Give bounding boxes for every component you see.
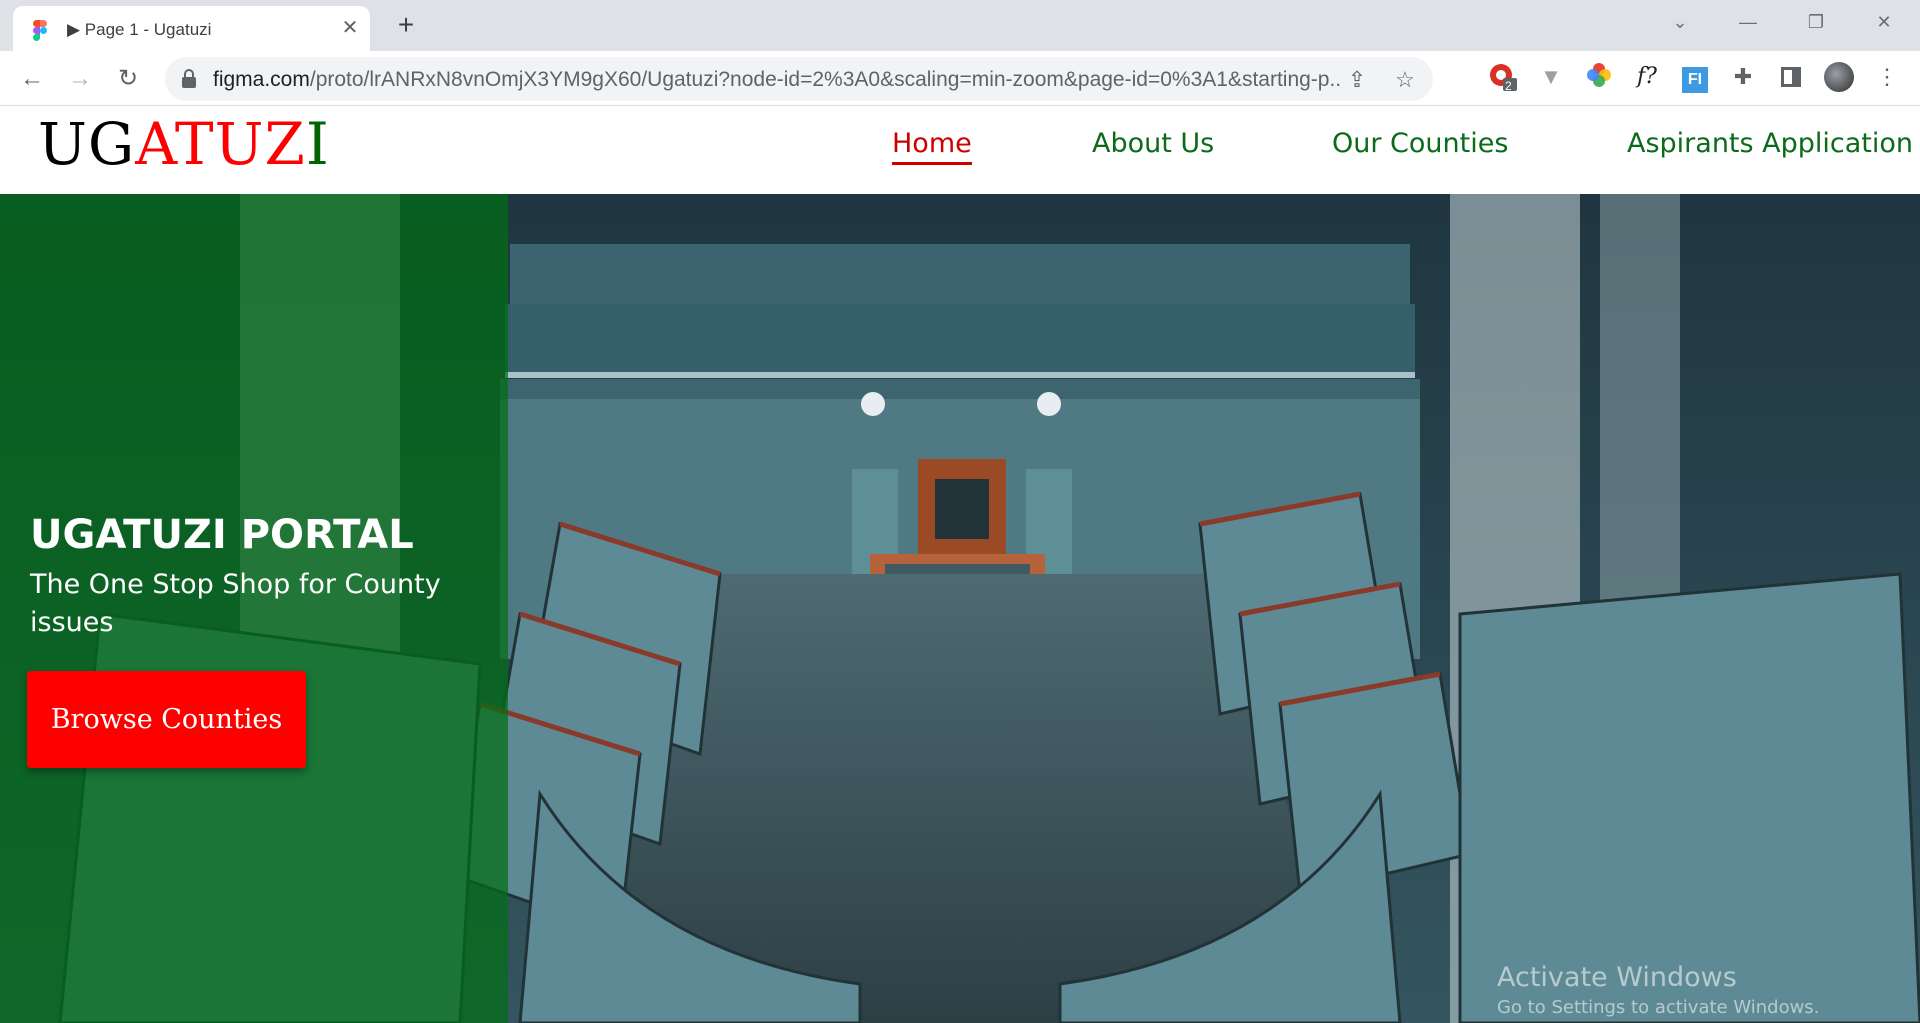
extensions-puzzle-icon[interactable]: ✚ (1728, 62, 1758, 92)
close-window-icon[interactable]: ✕ (1864, 8, 1904, 36)
restore-icon[interactable]: ❐ (1796, 8, 1836, 36)
color-picker-extension-icon[interactable] (1584, 62, 1614, 92)
tab-title: ▶ Page 1 - Ugatuzi (67, 20, 212, 39)
nav-our-counties-link[interactable]: Our Counties (1332, 128, 1508, 159)
hero-section: UGATUZI PORTAL The One Stop Shop for Cou… (0, 194, 1920, 1023)
forward-icon[interactable]: → (63, 62, 97, 96)
new-tab-button[interactable]: + (390, 10, 422, 42)
profile-avatar[interactable] (1824, 62, 1854, 92)
nav-about-us-link[interactable]: About Us (1092, 128, 1214, 159)
nav-home-link[interactable]: Home (892, 128, 972, 165)
tab-search-icon[interactable]: ⌄ (1660, 8, 1700, 36)
share-icon[interactable]: ⇪ (1343, 66, 1371, 94)
lock-icon[interactable] (182, 69, 196, 89)
activate-windows-watermark: Activate Windows Go to Settings to activ… (1497, 962, 1819, 1018)
nav-aspirants-application-link[interactable]: Aspirants Application (1627, 128, 1913, 159)
browser-tabstrip: ▶ Page 1 - Ugatuzi ✕ + ⌄ — ❐ ✕ (0, 0, 1920, 51)
hero-subheading: The One Stop Shop for County issues (30, 569, 441, 638)
figma-icon (33, 20, 47, 41)
bookmark-star-icon[interactable]: ☆ (1391, 66, 1419, 94)
watermark-subtitle: Go to Settings to activate Windows. (1497, 997, 1820, 1018)
site-header: UGATUZI Home About Us Our Counties Aspir… (0, 106, 1920, 194)
browser-menu-icon[interactable]: ⋮ (1872, 62, 1902, 92)
minimize-icon[interactable]: — (1728, 8, 1768, 36)
tab-close-icon[interactable]: ✕ (337, 15, 363, 41)
extension-badge: 2 (1505, 79, 1512, 93)
site-logo[interactable]: UGATUZI (38, 110, 330, 178)
back-icon[interactable]: ← (15, 62, 49, 96)
watermark-title: Activate Windows (1497, 962, 1737, 993)
side-panel-icon[interactable] (1776, 62, 1806, 92)
address-bar[interactable]: figma.com/proto/lrANRxN8vnOmjX3YM9gX60/U… (165, 57, 1433, 101)
reload-icon[interactable]: ↻ (111, 62, 145, 96)
vimium-extension-icon[interactable]: ▼ (1536, 62, 1566, 92)
adblock-extension-icon[interactable]: 2 (1488, 62, 1518, 93)
fi-extension-icon[interactable]: FI (1680, 62, 1710, 93)
hero-heading: UGATUZI PORTAL (30, 512, 414, 558)
browse-counties-button[interactable]: Browse Counties (27, 671, 306, 768)
fonts-extension-icon[interactable]: f? (1632, 62, 1662, 92)
url-text[interactable]: figma.com/proto/lrANRxN8vnOmjX3YM9gX60/U… (213, 68, 1343, 92)
browser-tab[interactable]: ▶ Page 1 - Ugatuzi ✕ (13, 6, 370, 51)
